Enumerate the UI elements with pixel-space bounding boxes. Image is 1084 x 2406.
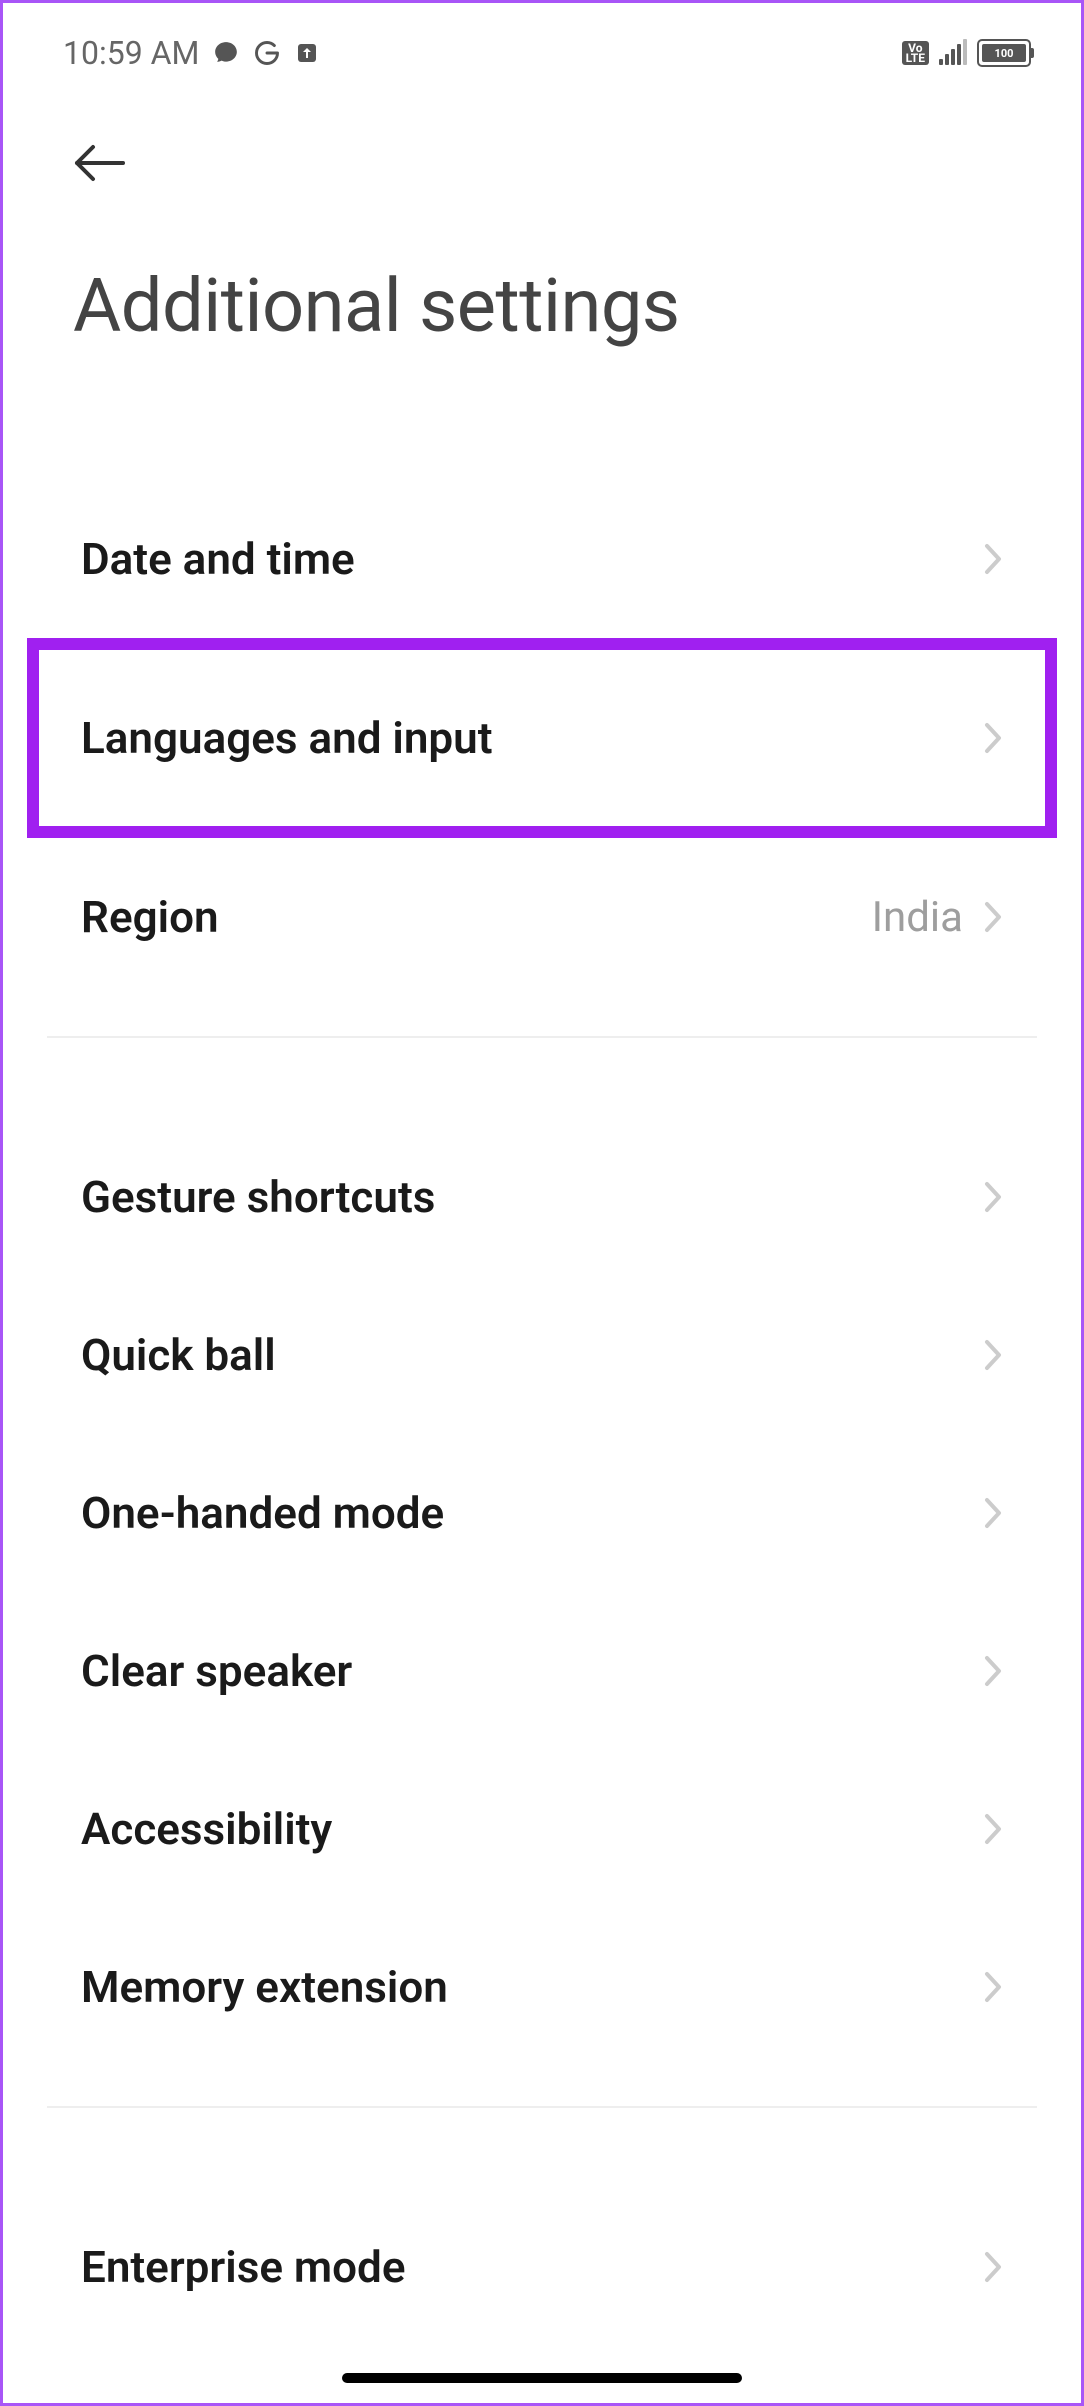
row-label: Region (81, 891, 219, 943)
signal-icon (939, 41, 967, 65)
battery-level: 100 (982, 44, 1026, 62)
row-label: Accessibility (81, 1803, 332, 1855)
status-left: 10:59 AM (63, 34, 319, 72)
section-divider (47, 2106, 1037, 2108)
row-label: Quick ball (81, 1329, 276, 1381)
row-accessibility[interactable]: Accessibility (3, 1750, 1081, 1908)
section-divider (47, 1036, 1037, 1038)
row-enterprise-mode[interactable]: Enterprise mode (3, 2188, 1081, 2346)
chevron-right-icon (983, 2250, 1003, 2284)
row-one-handed[interactable]: One-handed mode (3, 1434, 1081, 1592)
chat-icon (213, 40, 239, 66)
status-right: VoLTE 100 (902, 39, 1031, 67)
row-label: Gesture shortcuts (81, 1171, 435, 1223)
settings-list: Date and time Languages and input Region… (3, 480, 1081, 2346)
back-arrow-icon (73, 143, 129, 183)
status-bar: 10:59 AM VoLTE 100 (3, 3, 1081, 93)
row-clear-speaker[interactable]: Clear speaker (3, 1592, 1081, 1750)
chevron-right-icon (983, 542, 1003, 576)
row-quick-ball[interactable]: Quick ball (3, 1276, 1081, 1434)
chevron-right-icon (983, 1496, 1003, 1530)
row-memory-extension[interactable]: Memory extension (3, 1908, 1081, 2066)
row-label: Memory extension (81, 1961, 448, 2013)
back-button[interactable] (73, 123, 129, 203)
header: Additional settings (3, 93, 1081, 370)
row-languages-input[interactable]: Languages and input (27, 638, 1057, 838)
row-label: One-handed mode (81, 1487, 444, 1539)
chevron-right-icon (983, 1180, 1003, 1214)
row-label: Date and time (81, 533, 355, 585)
status-time: 10:59 AM (63, 34, 199, 72)
google-icon (253, 39, 281, 67)
row-region[interactable]: Region India (3, 838, 1081, 996)
row-right: India (872, 893, 1003, 942)
chevron-right-icon (983, 900, 1003, 934)
battery-icon: 100 (977, 39, 1031, 67)
row-value: India (872, 893, 963, 942)
chevron-right-icon (983, 721, 1003, 755)
home-indicator[interactable] (342, 2373, 742, 2383)
row-gesture-shortcuts[interactable]: Gesture shortcuts (3, 1118, 1081, 1276)
chevron-right-icon (983, 1812, 1003, 1846)
chevron-right-icon (983, 1654, 1003, 1688)
chevron-right-icon (983, 1970, 1003, 2004)
row-label: Clear speaker (81, 1645, 352, 1697)
row-label: Enterprise mode (81, 2241, 406, 2293)
volte-icon: VoLTE (902, 41, 929, 65)
row-label: Languages and input (81, 712, 493, 764)
page-title: Additional settings (73, 263, 1011, 350)
row-date-time[interactable]: Date and time (3, 480, 1081, 638)
chevron-right-icon (983, 1338, 1003, 1372)
upload-icon (295, 41, 319, 65)
